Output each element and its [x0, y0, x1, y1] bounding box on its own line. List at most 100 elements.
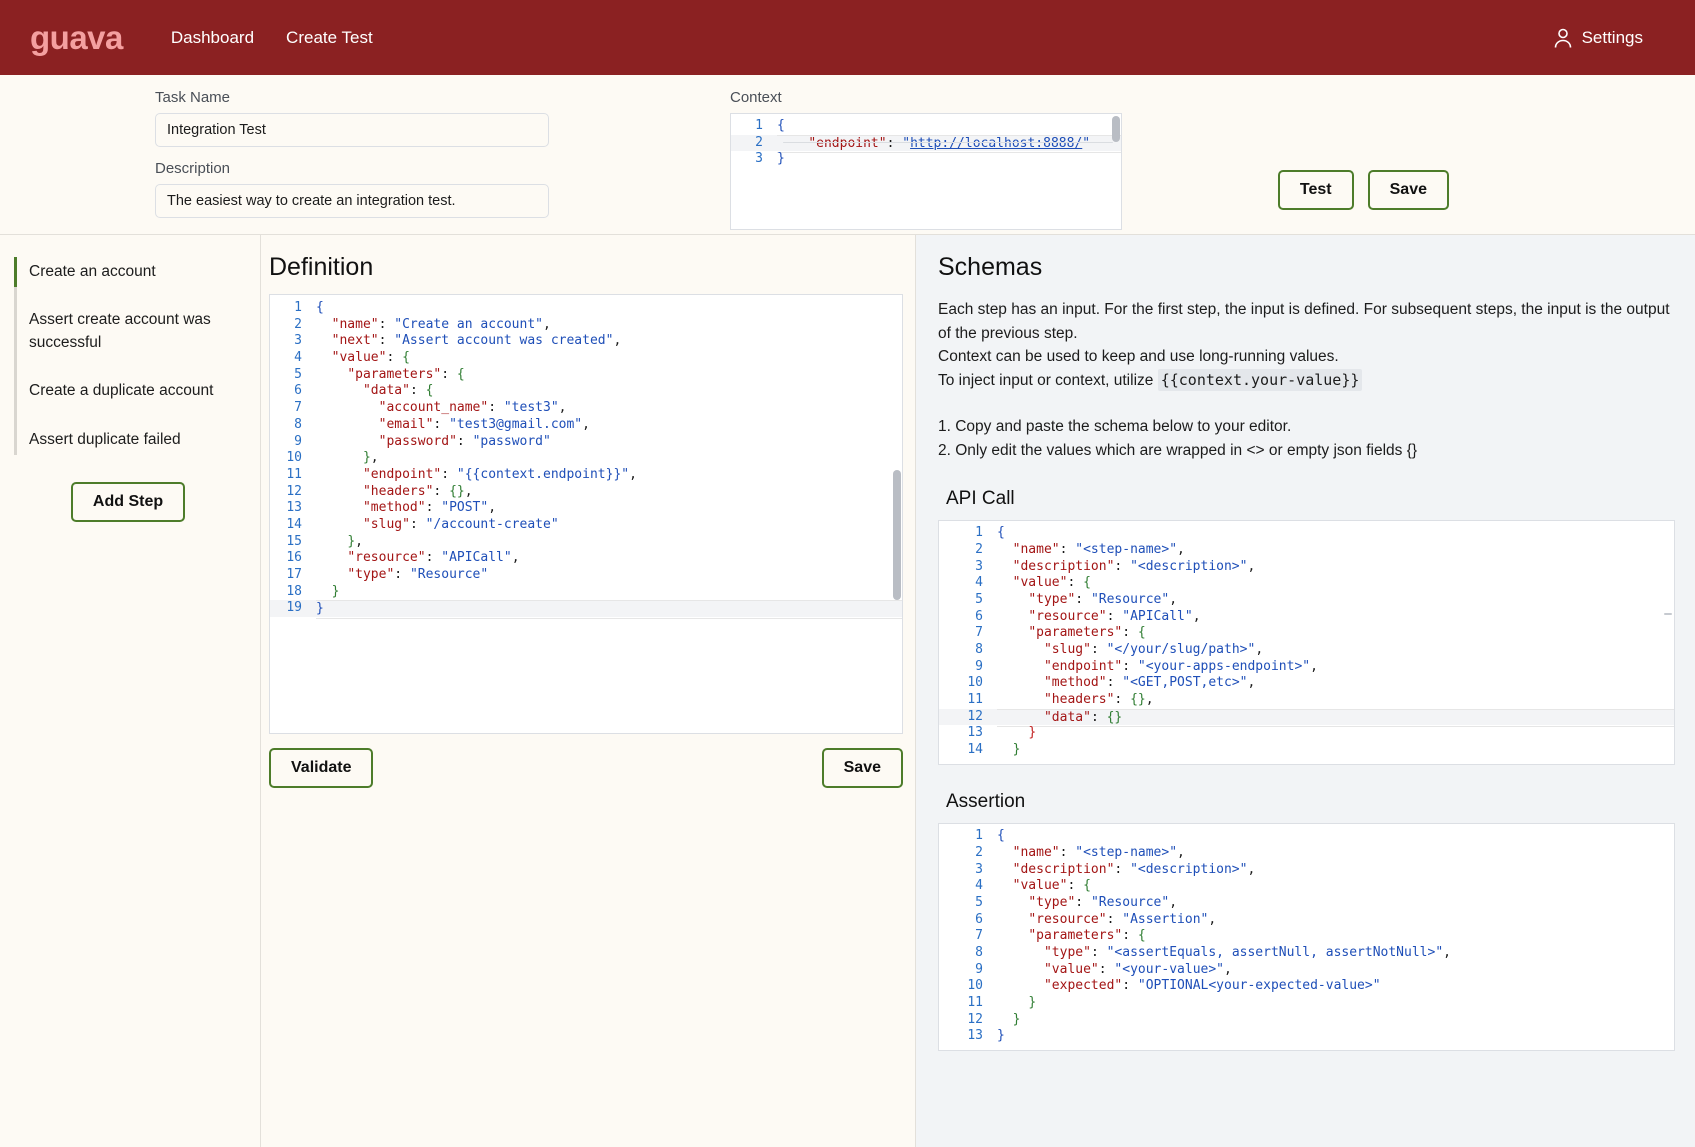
code-token: "</your/slug/path>" — [1106, 642, 1256, 658]
context-horizontal-scrollbar[interactable] — [783, 142, 1113, 150]
code-token: "type" — [1028, 894, 1076, 910]
nav-item-dashboard[interactable]: Dashboard — [171, 28, 254, 48]
nav-item-create-test[interactable]: Create Test — [286, 28, 373, 48]
code-line[interactable]: 2 "name": "Create an account", — [270, 317, 902, 334]
code-token: "value" — [1012, 878, 1068, 894]
code-line[interactable]: 8 "email": "test3@gmail.com", — [270, 417, 902, 434]
code-line[interactable]: 17 "type": "Resource" — [270, 567, 902, 584]
definition-vertical-scrollbar[interactable] — [893, 470, 901, 600]
assertion-code[interactable]: 1{2 "name": "<step-name>", 3 "description… — [939, 824, 1674, 1045]
code-line[interactable]: 13 "method": "POST", — [270, 500, 902, 517]
validate-button[interactable]: Validate — [269, 748, 374, 788]
task-name-input[interactable] — [155, 113, 549, 147]
code-text: "value": "<your-value>", — [997, 962, 1674, 979]
code-line[interactable]: 1{ — [939, 525, 1674, 542]
settings-button[interactable]: Settings — [1553, 27, 1671, 49]
code-token: "type" — [347, 567, 395, 582]
code-line[interactable]: 1{ — [731, 118, 1121, 135]
context-json-editor[interactable]: 1{2 "endpoint": "http://localhost:8888/"… — [730, 113, 1122, 230]
code-token: : — [1067, 878, 1084, 894]
code-line[interactable]: 7 "parameters": { — [939, 625, 1674, 642]
code-line[interactable]: 10 }, — [270, 450, 902, 467]
description-input[interactable] — [155, 184, 549, 218]
code-line[interactable]: 4 "value": { — [939, 575, 1674, 592]
code-line[interactable]: 12 } — [939, 1012, 1674, 1029]
line-number: 13 — [967, 1028, 983, 1044]
code-line[interactable]: 8 "type": "<assertEquals, assertNull, as… — [939, 945, 1674, 962]
code-line[interactable]: 7 "account_name": "test3", — [270, 400, 902, 417]
code-line[interactable]: 4 "value": { — [270, 350, 902, 367]
code-line[interactable]: 16 "resource": "APICall", — [270, 550, 902, 567]
code-line[interactable]: 14 } — [939, 742, 1674, 759]
code-line[interactable]: 6 "data": { — [270, 383, 902, 400]
code-text: "slug": "/account-create" — [316, 517, 902, 534]
code-line[interactable]: 5 "parameters": { — [270, 367, 902, 384]
code-line[interactable]: 11 "endpoint": "{{context.endpoint}}", — [270, 467, 902, 484]
code-token: : — [433, 483, 450, 499]
code-line[interactable]: 8 "slug": "</your/slug/path>", — [939, 642, 1674, 659]
save-task-button[interactable]: Save — [1367, 170, 1449, 210]
code-line[interactable]: 4 "value": { — [939, 878, 1674, 895]
code-line[interactable]: 14 "slug": "/account-create" — [270, 517, 902, 534]
line-number: 14 — [967, 742, 983, 758]
definition-json-editor[interactable]: 1{2 "name": "Create an account", 3 "next"… — [269, 294, 903, 734]
code-line[interactable]: 13} — [939, 1028, 1674, 1045]
brand-logo[interactable]: guava — [30, 19, 123, 57]
code-line[interactable]: 9 "value": "<your-value>", — [939, 962, 1674, 979]
code-line[interactable]: 15 }, — [270, 534, 902, 551]
line-number: 3 — [294, 333, 302, 349]
step-item[interactable]: Create a duplicate account — [14, 376, 242, 406]
code-line[interactable]: 9 "endpoint": "<your-apps-endpoint>", — [939, 659, 1674, 676]
code-line[interactable]: 1{ — [270, 300, 902, 317]
code-token: "method" — [362, 500, 426, 516]
test-button[interactable]: Test — [1277, 170, 1354, 210]
code-line[interactable]: 19} — [270, 600, 902, 620]
api-call-schema-editor[interactable]: 1{2 "name": "<step-name>", 3 "description… — [938, 520, 1675, 766]
code-line[interactable]: 11 } — [939, 995, 1674, 1012]
code-line[interactable]: 12 "headers": {}, — [270, 484, 902, 501]
top-navbar: guava Dashboard Create Test Settings — [0, 0, 1695, 75]
code-line[interactable]: 18 } — [270, 584, 902, 601]
code-line[interactable]: 9 "password": "password" — [270, 434, 902, 451]
save-definition-button[interactable]: Save — [821, 748, 903, 788]
code-text: "name": "Create an account", — [316, 317, 902, 334]
api-call-vertical-scrollbar[interactable] — [1664, 613, 1672, 627]
step-item[interactable]: Create an account — [14, 257, 242, 288]
schemas-step-2: 2. Only edit the values which are wrappe… — [938, 441, 1418, 459]
code-line[interactable]: 3 "next": "Assert account was created", — [270, 333, 902, 350]
step-item[interactable]: Assert create account was successful — [14, 305, 242, 358]
api-call-code[interactable]: 1{2 "name": "<step-name>", 3 "description… — [939, 521, 1674, 759]
code-token: "slug" — [1043, 642, 1091, 658]
code-line[interactable]: 13 } — [939, 725, 1674, 742]
step-item[interactable]: Assert duplicate failed — [14, 425, 242, 455]
code-line[interactable]: 12 "data": {} — [939, 708, 1674, 728]
code-line[interactable]: 7 "parameters": { — [939, 928, 1674, 945]
steps-sidebar: Create an account Assert create account w… — [0, 235, 261, 1147]
code-text: "resource": "Assertion", — [997, 912, 1674, 929]
code-line[interactable]: 3 "description": "<description>", — [939, 559, 1674, 576]
code-token: : — [378, 333, 395, 349]
code-line[interactable]: 10 "expected": "OPTIONAL<your-expected-v… — [939, 978, 1674, 995]
code-line[interactable]: 3} — [731, 151, 1121, 168]
schemas-step-1: 1. Copy and paste the schema below to yo… — [938, 417, 1292, 435]
schemas-paragraph-2: Context can be used to keep and use long… — [938, 348, 1339, 366]
code-line[interactable]: 11 "headers": {}, — [939, 692, 1674, 709]
context-vertical-scrollbar[interactable] — [1112, 116, 1120, 156]
code-line[interactable]: 2 "name": "<step-name>", — [939, 542, 1674, 559]
code-line[interactable]: 10 "method": "<GET,POST,etc>", — [939, 675, 1674, 692]
code-line[interactable]: 6 "resource": "Assertion", — [939, 912, 1674, 929]
code-line[interactable]: 3 "description": "<description>", — [939, 862, 1674, 879]
code-line[interactable]: 1{ — [939, 828, 1674, 845]
code-line[interactable]: 5 "type": "Resource", — [939, 592, 1674, 609]
code-line[interactable]: 5 "type": "Resource", — [939, 895, 1674, 912]
add-step-button[interactable]: Add Step — [70, 482, 186, 523]
definition-code[interactable]: 1{2 "name": "Create an account", 3 "next"… — [270, 295, 902, 620]
assertion-schema-editor[interactable]: 1{2 "name": "<step-name>", 3 "description… — [938, 823, 1675, 1052]
code-line[interactable]: 6 "resource": "APICall", — [939, 609, 1674, 626]
code-line[interactable]: 2 "name": "<step-name>", — [939, 845, 1674, 862]
